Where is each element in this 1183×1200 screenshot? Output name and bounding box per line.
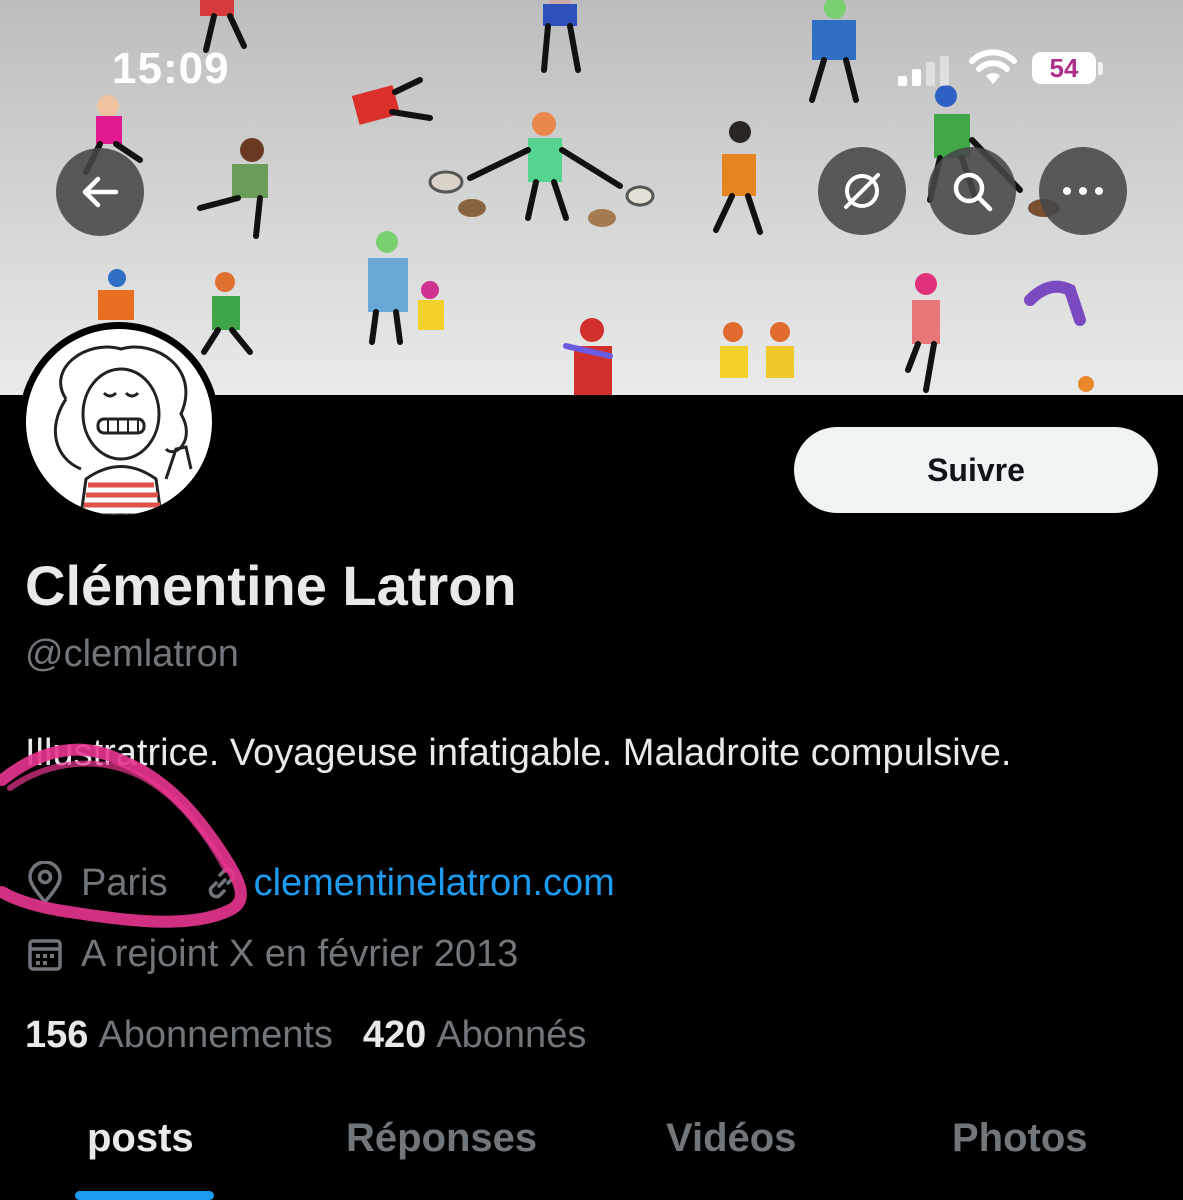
avatar-illustration (53, 345, 193, 515)
more-options-button[interactable] (1039, 147, 1127, 235)
location-pin-icon (28, 861, 62, 905)
follow-stats: 156 Abonnements 420 Abonnés (25, 1010, 586, 1060)
profile-location: Paris (81, 861, 168, 904)
active-tab-indicator (75, 1191, 214, 1200)
battery-tip (1098, 62, 1103, 75)
search-icon (953, 172, 993, 212)
user-handle: @clemlatron (25, 633, 239, 675)
profile-website-link[interactable]: clementinelatron.com (254, 862, 615, 905)
following-count: 156 (25, 1013, 89, 1056)
link-icon (208, 867, 235, 899)
arrow-left-icon (82, 176, 119, 208)
profile-meta-row: Paris clementinelatron.com (25, 858, 615, 908)
status-time: 15:09 (112, 44, 230, 93)
tab-posts[interactable]: posts (87, 1116, 194, 1161)
following-label: Abonnements (98, 1013, 333, 1056)
avatar-image (26, 329, 212, 515)
grok-icon (844, 173, 880, 209)
profile-joined-row: A rejoint X en février 2013 (25, 929, 518, 979)
profile-avatar[interactable] (19, 322, 219, 522)
profile-bio: Illustratrice. Voyageuse infatigable. Ma… (25, 732, 1012, 774)
cellular-signal-icon (898, 56, 949, 86)
grok-button[interactable] (818, 147, 906, 235)
tab-videos[interactable]: Vidéos (666, 1116, 796, 1161)
profile-joined-date: A rejoint X en février 2013 (81, 932, 519, 975)
followers-link[interactable]: 420 Abonnés (363, 1014, 586, 1057)
profile-tabs: posts Réponses Vidéos Photos (0, 1100, 1183, 1200)
tab-replies[interactable]: Réponses (346, 1116, 537, 1161)
tab-photos[interactable]: Photos (952, 1116, 1088, 1161)
more-horizontal-icon (1063, 187, 1103, 195)
battery-indicator: 54 (1032, 52, 1096, 84)
search-button[interactable] (928, 147, 1016, 235)
wifi-icon (969, 49, 1017, 84)
followers-count: 420 (362, 1013, 427, 1056)
status-bar: 15:09 54 (0, 0, 1183, 120)
calendar-icon (28, 939, 62, 971)
display-name: Clémentine Latron (25, 554, 517, 617)
following-link[interactable]: 156 Abonnements (25, 1014, 333, 1057)
follow-button[interactable]: Suivre (794, 427, 1158, 513)
back-button[interactable] (56, 148, 144, 236)
followers-label: Abonnés (436, 1013, 587, 1056)
